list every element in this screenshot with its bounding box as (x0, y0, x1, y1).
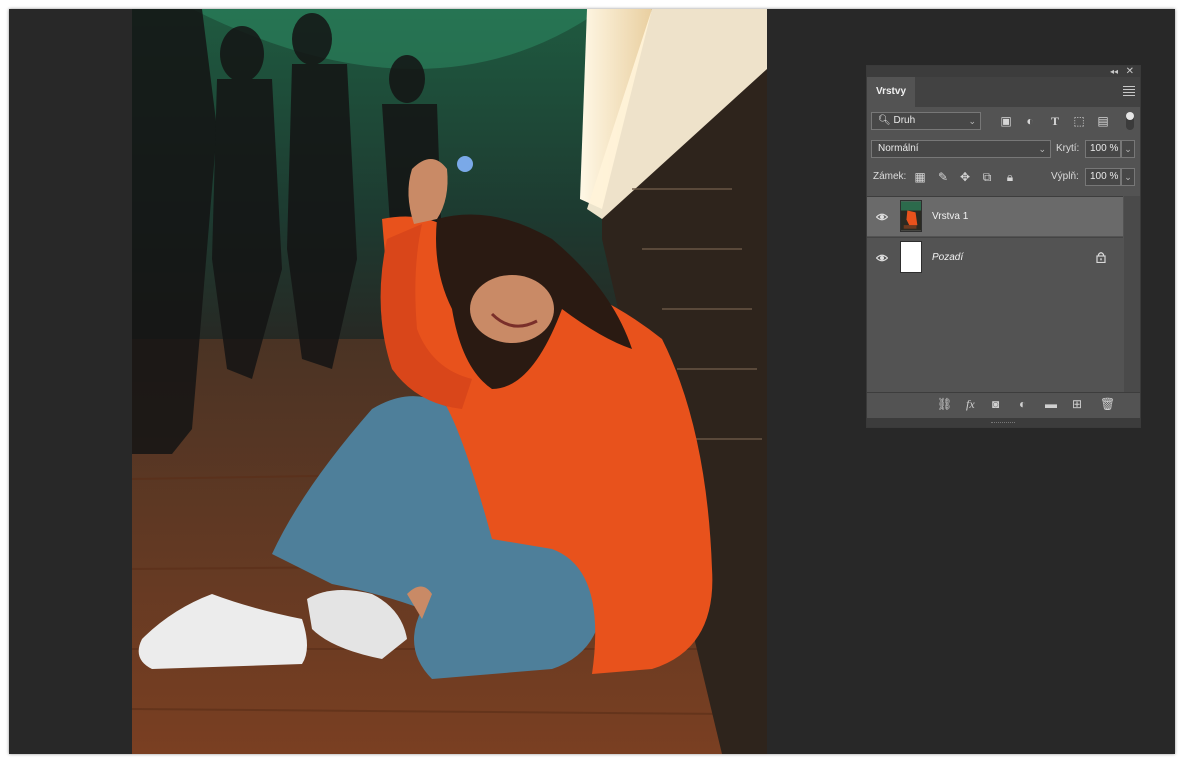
layer-row-pozadi[interactable]: Pozadí (867, 237, 1123, 276)
eye-icon[interactable] (876, 252, 888, 264)
blend-row: Normální ⌄ Krytí: 100 % ⌄ (867, 135, 1140, 163)
lock-artboard-icon[interactable]: ⧉ (980, 170, 994, 184)
eye-icon[interactable] (876, 211, 888, 223)
lock-icon (1096, 252, 1106, 263)
filter-kind-select[interactable]: 🔍︎ Druh ⌄ (871, 112, 981, 130)
blend-mode-value: Normální (878, 143, 919, 154)
layer-thumbnail (900, 200, 922, 232)
adjustment-filter-icon[interactable]: ◐ (1023, 114, 1037, 128)
layers-panel: ◂◂ ✕ Vrstvy 🔍︎ Druh ⌄ ▣ ◐ T ⬚ ▤ Normální (866, 65, 1141, 428)
layer-name[interactable]: Vrstva 1 (932, 197, 968, 236)
panel-tab-row: Vrstvy (867, 77, 1140, 107)
layer-style-icon[interactable]: fx (966, 397, 975, 411)
tab-layers[interactable]: Vrstvy (867, 77, 915, 107)
fill-dropdown-button[interactable]: ⌄ (1121, 168, 1135, 186)
search-icon: 🔍︎ (878, 115, 891, 126)
close-icon[interactable]: ✕ (1126, 66, 1134, 77)
smart-object-filter-icon[interactable]: ▤ (1096, 114, 1110, 128)
trash-icon[interactable]: 🗑︎ (1100, 397, 1115, 411)
layer-row-vrstva-1[interactable]: Vrstva 1 (867, 197, 1123, 236)
document-canvas[interactable] (132, 9, 767, 754)
lock-row: Zámek: ▦ ✎ ✥ ⧉ 🔒︎ Výplň: 100 % ⌄ (867, 163, 1140, 191)
layer-name[interactable]: Pozadí (932, 238, 963, 277)
lock-all-icon[interactable]: 🔒︎ (1003, 170, 1017, 184)
blend-mode-select[interactable]: Normální ⌄ (871, 140, 1051, 158)
layer-thumbnail (900, 241, 922, 273)
new-group-folder-icon[interactable]: ▬ (1045, 397, 1057, 411)
layers-list: Vrstva 1 Pozadí (867, 196, 1123, 393)
photoshop-workspace: ◂◂ ✕ Vrstvy 🔍︎ Druh ⌄ ▣ ◐ T ⬚ ▤ Normální (9, 9, 1175, 754)
lock-image-pixels-icon[interactable]: ✎ (936, 170, 950, 184)
hamburger-menu-icon[interactable] (1123, 86, 1135, 96)
filter-kind-value: Druh (893, 115, 916, 126)
link-layers-icon[interactable]: ⛓ (937, 397, 952, 411)
shape-filter-icon[interactable]: ⬚ (1072, 114, 1086, 128)
fill-label: Výplň: (1051, 171, 1079, 182)
new-layer-icon[interactable]: ⊞ (1072, 397, 1082, 411)
fill-input[interactable]: 100 % (1085, 168, 1121, 186)
layers-bottom-toolbar: ⛓ fx ◙ ◐ ▬ ⊞ 🗑︎ (867, 392, 1140, 417)
opacity-label: Krytí: (1056, 143, 1080, 154)
filter-row: 🔍︎ Druh ⌄ ▣ ◐ T ⬚ ▤ (867, 107, 1140, 135)
type-filter-icon[interactable]: T (1048, 114, 1062, 128)
lock-transparent-pixels-icon[interactable]: ▦ (913, 170, 927, 184)
chevron-down-icon: ⌄ (968, 116, 976, 126)
photo-image (132, 9, 767, 754)
new-adjustment-layer-icon[interactable]: ◐ (1019, 397, 1026, 411)
chevron-down-icon: ⌄ (1038, 144, 1046, 154)
filter-toggle[interactable] (1126, 112, 1134, 130)
opacity-input[interactable]: 100 % (1085, 140, 1121, 158)
double-chevron-left-icon[interactable]: ◂◂ (1110, 66, 1118, 77)
opacity-dropdown-button[interactable]: ⌄ (1121, 140, 1135, 158)
panel-title-bar[interactable]: ◂◂ ✕ (867, 66, 1140, 77)
lock-label: Zámek: (873, 171, 907, 182)
lock-position-icon[interactable]: ✥ (958, 170, 972, 184)
image-filter-icon[interactable]: ▣ (999, 114, 1013, 128)
add-mask-icon[interactable]: ◙ (992, 397, 999, 411)
layers-scrollbar[interactable] (1124, 196, 1140, 392)
panel-resize-handle[interactable] (867, 418, 1140, 427)
